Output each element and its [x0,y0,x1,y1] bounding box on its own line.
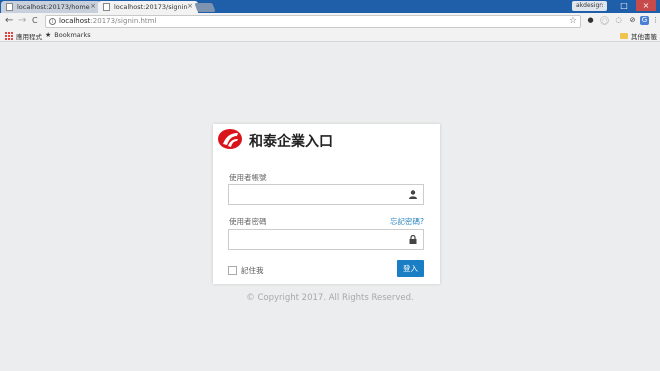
page-icon [103,3,110,11]
extension-ring-icon[interactable]: ◌ [614,16,623,25]
window-controls: – □ × [592,0,656,11]
new-tab-button[interactable] [194,3,216,12]
apps-label: 應用程式 [16,33,42,41]
apps-bookmark[interactable]: 應用程式 [5,31,42,41]
minimize-button[interactable]: – [592,0,612,11]
bookmarks-bar: 應用程式 ★ Bookmarks 其他書籤 [0,30,660,42]
url-text[interactable]: localhost:20173/signin.html [59,17,156,25]
user-icon [409,190,417,199]
close-window-button[interactable]: × [636,0,656,11]
username-field[interactable] [228,184,424,205]
apps-grid-icon [5,32,13,40]
password-label: 使用者密碼 [229,217,267,226]
login-card: 和泰企業入口 使用者帳號 使用者密碼 忘記密碼? 記住我 登入 [213,124,440,284]
remember-checkbox[interactable] [228,266,237,275]
username-label: 使用者帳號 [229,173,267,182]
close-tab-icon[interactable]: × [90,2,96,10]
browser-toolbar: ← → C i localhost:20173/signin.html ☆ ● … [0,13,660,30]
lock-icon [409,235,417,244]
close-tab-icon[interactable]: × [187,2,193,10]
star-icon: ★ [45,31,52,39]
extension-circle-icon[interactable]: ○ [600,16,609,25]
reload-button[interactable]: C [32,15,38,27]
extension-gear-icon[interactable]: ● [586,16,595,25]
tab-title: localhost:20173/signin [114,3,188,11]
forgot-password-link[interactable]: 忘記密碼? [390,216,424,227]
folder-icon [620,33,628,39]
tab-signin[interactable]: localhost:20173/signin × [98,1,198,13]
remember-me[interactable]: 記住我 [228,265,264,276]
login-button[interactable]: 登入 [397,260,424,277]
company-logo [218,129,242,149]
other-bookmarks-label: 其他書籤 [631,33,657,41]
bookmark-star-icon[interactable]: ☆ [569,16,577,26]
info-icon[interactable]: i [49,18,56,25]
page-icon [6,3,13,11]
extension-block-icon[interactable]: ⊘ [628,16,637,25]
window-titlebar: localhost:20173/home × localhost:20173/s… [0,0,660,13]
bookmarks-folder[interactable]: ★ Bookmarks [45,31,91,39]
password-field[interactable] [228,229,424,250]
other-bookmarks[interactable]: 其他書籤 [620,31,657,41]
copyright-text: © Copyright 2017. All Rights Reserved. [246,293,414,303]
remember-label: 記住我 [241,266,264,275]
bookmarks-label: Bookmarks [54,31,91,39]
menu-icon[interactable]: ⋮ [651,16,660,25]
tab-title: localhost:20173/home [17,3,90,11]
back-button[interactable]: ← [5,15,13,27]
address-bar[interactable]: i localhost:20173/signin.html ☆ [45,15,581,28]
maximize-button[interactable]: □ [614,0,634,11]
tab-home[interactable]: localhost:20173/home × [1,1,101,13]
translate-icon[interactable]: G [640,16,649,25]
login-title: 和泰企業入口 [249,134,333,150]
forward-button[interactable]: → [18,15,26,27]
